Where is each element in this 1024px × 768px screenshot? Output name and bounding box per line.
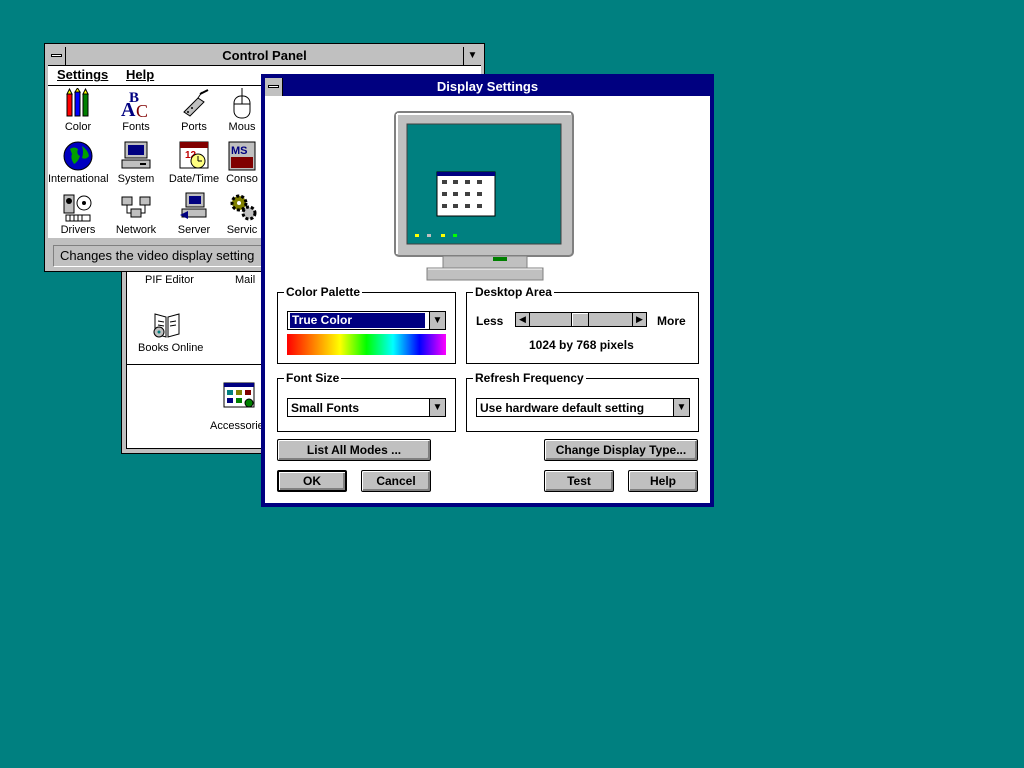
font-size-select[interactable]: Small Fonts ▼ [287,398,446,417]
fonts-icon: B A C [121,90,148,120]
desktop-area-label: Desktop Area [473,285,554,299]
mouse-icon [233,88,251,119]
resolution-text: 1024 by 768 pixels [529,338,634,352]
menu-settings[interactable]: Settings [57,67,108,82]
display-settings-title: Display Settings [436,79,539,94]
international-applet[interactable]: International [48,140,109,185]
cancel-button[interactable]: Cancel [361,470,431,492]
color-label: Color [64,121,92,133]
font-size-label: Font Size [284,371,342,385]
dropdown-arrow-icon[interactable]: ▼ [429,312,445,329]
system-applet[interactable]: System [106,140,166,185]
system-label: System [117,173,155,185]
server-label: Server [177,224,211,236]
fonts-applet[interactable]: B A C Fonts [106,88,166,133]
font-size-value: Small Fonts [291,401,360,415]
control-panel-titlebar[interactable]: Control Panel ▼ [48,47,481,66]
accessories-label[interactable]: Accessorie [210,420,264,432]
international-icon [63,141,93,171]
refresh-frequency-group: Refresh Frequency Use hardware default s… [466,371,699,432]
color-applet[interactable]: Color [48,88,108,133]
group-divider [127,364,267,365]
accessories-group-icon[interactable] [223,382,255,413]
monitor-preview [393,110,579,289]
ports-label: Ports [181,121,207,133]
pif-editor-label[interactable]: PIF Editor [145,274,194,286]
color-palette-group: Color Palette True Color ▼ [277,285,456,364]
mail-label[interactable]: Mail [235,274,255,286]
slider-thumb[interactable] [571,313,589,326]
fonts-label: Fonts [122,121,150,133]
drivers-label: Drivers [60,224,96,236]
console-label: Conso [226,173,258,185]
color-palette-label: Color Palette [284,285,363,299]
ok-button[interactable]: OK [277,470,347,492]
scroll-right-arrow-icon[interactable]: ▶ [632,313,646,326]
console-icon: MS [228,141,256,171]
color-palette-value: True Color [290,313,425,328]
scroll-left-arrow-icon[interactable]: ◀ [516,313,530,326]
control-panel-title: Control Panel [222,48,307,63]
color-palette-select[interactable]: True Color ▼ [287,311,446,330]
desktop-area-group: Desktop Area Less ◀ ▶ More 1024 by 768 p… [466,285,699,364]
test-button[interactable]: Test [544,470,614,492]
more-label: More [657,314,686,328]
services-label: Servic [226,224,258,236]
list-all-modes-button[interactable]: List All Modes ... [277,439,431,461]
svg-text:A: A [121,99,136,120]
minimize-button[interactable]: ▼ [463,47,481,65]
network-applet[interactable]: Network [106,191,166,236]
server-applet[interactable]: Server [164,191,224,236]
menu-help[interactable]: Help [126,67,154,82]
program-group-area: PIF Editor Mail Books Online Accessorie [126,245,268,449]
less-label: Less [476,314,504,328]
dropdown-arrow-icon[interactable]: ▼ [673,399,689,416]
svg-text:C: C [136,101,148,120]
refresh-frequency-value: Use hardware default setting [480,401,645,415]
system-icon [121,141,151,169]
dropdown-arrow-icon[interactable]: ▼ [429,399,445,416]
change-display-type-button[interactable]: Change Display Type... [544,439,698,461]
date-time-label: Date/Time [168,173,220,185]
server-icon [180,192,207,219]
color-icon [66,88,89,117]
network-icon [121,196,151,218]
mouse-label: Mous [228,121,256,133]
system-menu-icon[interactable] [265,78,283,96]
books-online-icon[interactable] [151,310,183,343]
drivers-applet[interactable]: Drivers [48,191,108,236]
color-spectrum-bar [287,334,446,355]
display-settings-dialog: Display Settings Color Palette True Colo… [261,74,714,507]
date-time-icon: 12 [179,141,209,169]
ports-applet[interactable]: Ports [164,88,224,133]
dialog-frame: Display Settings Color Palette True Colo… [265,78,710,503]
program-manager-window: PIF Editor Mail Books Online Accessorie [121,240,273,454]
books-online-label[interactable]: Books Online [138,342,203,354]
drivers-icon [63,194,92,222]
services-applet[interactable]: Servic [222,191,262,236]
svg-text:MS: MS [231,145,248,157]
date-time-applet[interactable]: 12 Date/Time [164,140,224,185]
refresh-frequency-select[interactable]: Use hardware default setting ▼ [476,398,690,417]
display-settings-titlebar[interactable]: Display Settings [265,78,710,96]
mouse-applet[interactable]: Mous [222,88,262,133]
refresh-frequency-label: Refresh Frequency [473,371,586,385]
international-label: International [48,173,109,185]
desktop-area-slider[interactable]: ◀ ▶ [515,312,647,327]
system-menu-icon[interactable] [48,47,66,65]
network-label: Network [115,224,157,236]
ports-icon [183,89,209,117]
help-button[interactable]: Help [628,470,698,492]
services-icon [230,194,257,221]
font-size-group: Font Size Small Fonts ▼ [277,371,456,432]
console-applet[interactable]: MS Conso [222,140,262,185]
